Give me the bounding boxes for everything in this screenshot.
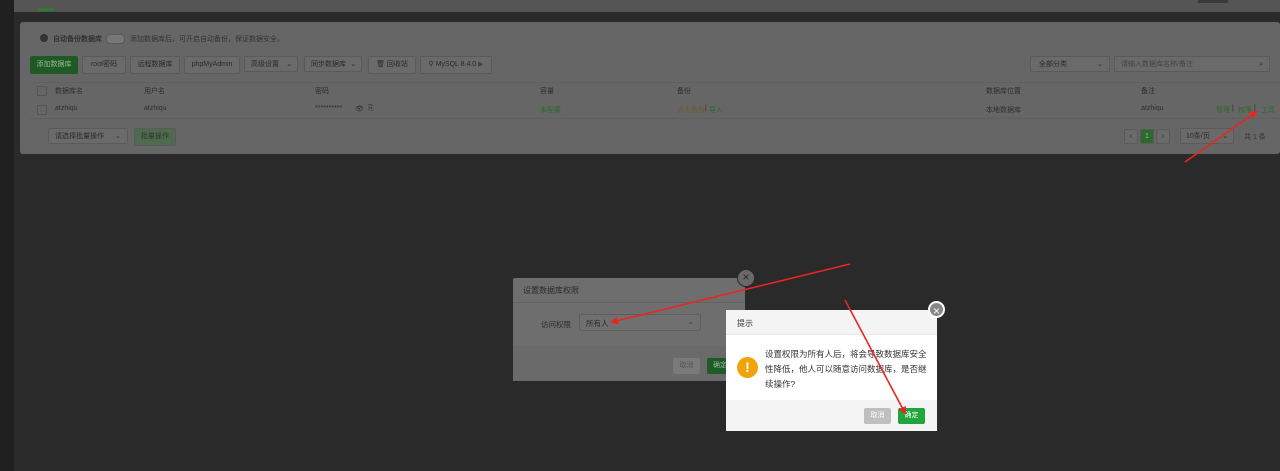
prev-page-button[interactable]: ‹ [1124, 129, 1138, 144]
row-db-name: atzhiqu [55, 105, 78, 112]
column-header-name[interactable]: 数据库名 [55, 86, 83, 96]
play-icon: ▶ [478, 61, 484, 68]
row-db-password: ********** [315, 105, 343, 112]
root-password-button[interactable]: root密码 [82, 56, 126, 74]
chevron-down-icon: ⌄ [687, 317, 694, 326]
row-capacity[interactable]: 未配置 [540, 105, 561, 115]
prompt-message: 设置权限为所有人后，将会导致数据库安全性降低，他人可以随意访问数据库，是否继续操… [765, 349, 927, 389]
recycle-bin-label: 回收站 [386, 61, 408, 68]
row-backup-import[interactable]: 导入 [709, 105, 723, 115]
active-tab-indicator [38, 8, 54, 11]
auto-backup-toggle[interactable] [106, 34, 125, 44]
copy-icon[interactable]: ⎘ [368, 105, 374, 113]
row-action-tools[interactable]: 工具 [1261, 105, 1275, 115]
prompt-dialog-header: 提示 [726, 310, 937, 335]
sync-database-label: 同步数据库 [311, 61, 346, 68]
access-permission-select[interactable]: 所有人 ⌄ [579, 314, 701, 331]
eye-icon[interactable]: 👁 [355, 105, 364, 113]
mysql-version-label: MySQL 8.4.0 [435, 61, 477, 68]
chevron-down-icon: ⌄ [115, 133, 121, 140]
close-icon[interactable]: × [737, 269, 755, 287]
row-remark[interactable]: atzhiqu [1141, 105, 1164, 112]
prompt-dialog-title: 提示 [737, 319, 753, 328]
column-header-backup: 备份 [677, 88, 691, 95]
batch-operation-placeholder: 请选择批量操作 [55, 133, 104, 140]
access-permission-value: 所有人 [586, 319, 609, 328]
column-header-user[interactable]: 用户名 [144, 86, 165, 96]
column-header-remark: 备注 [1141, 88, 1155, 95]
permission-dialog-header: 设置数据库权限 [513, 278, 745, 303]
permission-cancel-button[interactable]: 取消 [673, 358, 700, 374]
table-row-divider [30, 118, 1280, 119]
phpmyadmin-button[interactable]: phpMyAdmin [184, 56, 240, 74]
info-icon [40, 34, 48, 42]
action-separator: | [1232, 105, 1234, 112]
action-separator: | [1254, 105, 1256, 112]
search-icon[interactable]: ⌕ [1259, 57, 1263, 73]
chevron-down-icon: ⌄ [286, 61, 292, 68]
prompt-cancel-button[interactable]: 取消 [864, 408, 891, 424]
row-location: 本地数据库 [986, 107, 1021, 114]
permission-dialog: 设置数据库权限 访问权限 所有人 ⌄ 取消 确定 [513, 278, 745, 381]
trash-icon: 🗑 [376, 61, 385, 68]
category-select[interactable]: 全部分类 ⌄ [1030, 56, 1110, 72]
mysql-icon: ⚲ [428, 61, 434, 68]
top-tab-strip [14, 0, 1280, 12]
per-page-value: 10条/页 [1186, 133, 1210, 140]
next-page-button[interactable]: › [1156, 129, 1170, 144]
sync-database-dropdown[interactable]: 同步数据库 ⌄ [304, 56, 362, 72]
left-sidebar [0, 0, 14, 471]
remote-database-button[interactable]: 远程数据库 [130, 56, 180, 74]
row-checkbox[interactable] [37, 105, 47, 115]
access-permission-label: 访问权限 [541, 320, 571, 329]
column-header-capacity[interactable]: 容量 [540, 86, 554, 96]
warning-icon: ! [737, 357, 758, 378]
row-backup-separator: | [705, 105, 707, 112]
select-all-checkbox[interactable] [37, 86, 47, 96]
chevron-down-icon: ⌄ [350, 61, 356, 68]
prompt-confirm-button[interactable]: 确定 [898, 408, 925, 424]
mysql-version-button[interactable]: ⚲ MySQL 8.4.0 ▶ [420, 56, 492, 74]
chevron-down-icon: ⌄ [1097, 61, 1103, 68]
search-input[interactable]: 请输入数据库名称/备注 ⌕ [1114, 56, 1270, 72]
table-header-divider [30, 82, 1280, 83]
batch-operation-button[interactable]: 批量操作 [134, 128, 176, 146]
close-icon[interactable]: × [928, 301, 945, 318]
permission-dialog-title: 设置数据库权限 [523, 286, 579, 295]
current-page-button[interactable]: 1 [1140, 129, 1154, 144]
per-page-select[interactable]: 10条/页 ⌄ [1180, 128, 1234, 144]
chevron-down-icon: ⌄ [1222, 133, 1228, 140]
advanced-settings-dropdown[interactable]: 高级设置 ⌄ [244, 56, 298, 72]
top-right-button[interactable] [1198, 0, 1228, 3]
recycle-bin-button[interactable]: 🗑 回收站 [368, 56, 416, 74]
total-count: 共 1 条 [1244, 134, 1266, 141]
column-header-location: 数据库位置 [986, 88, 1021, 95]
row-action-manage[interactable]: 管理 [1216, 105, 1230, 115]
advanced-settings-label: 高级设置 [251, 61, 279, 68]
row-action-permission[interactable]: 权限 [1238, 105, 1252, 115]
column-header-password: 密码 [315, 88, 329, 95]
auto-backup-description: 添加数据库后，可开启自动备份，保证数据安全。 [130, 36, 284, 43]
search-placeholder: 请输入数据库名称/备注 [1121, 61, 1193, 68]
row-db-user: atzhiqu [144, 105, 167, 112]
batch-operation-select[interactable]: 请选择批量操作 ⌄ [48, 128, 128, 144]
auto-backup-label: 自动备份数据库 [53, 36, 102, 43]
add-database-button[interactable]: 添加数据库 [30, 56, 78, 74]
row-backup-state[interactable]: 点击备份 [677, 105, 705, 115]
category-value: 全部分类 [1039, 61, 1067, 68]
